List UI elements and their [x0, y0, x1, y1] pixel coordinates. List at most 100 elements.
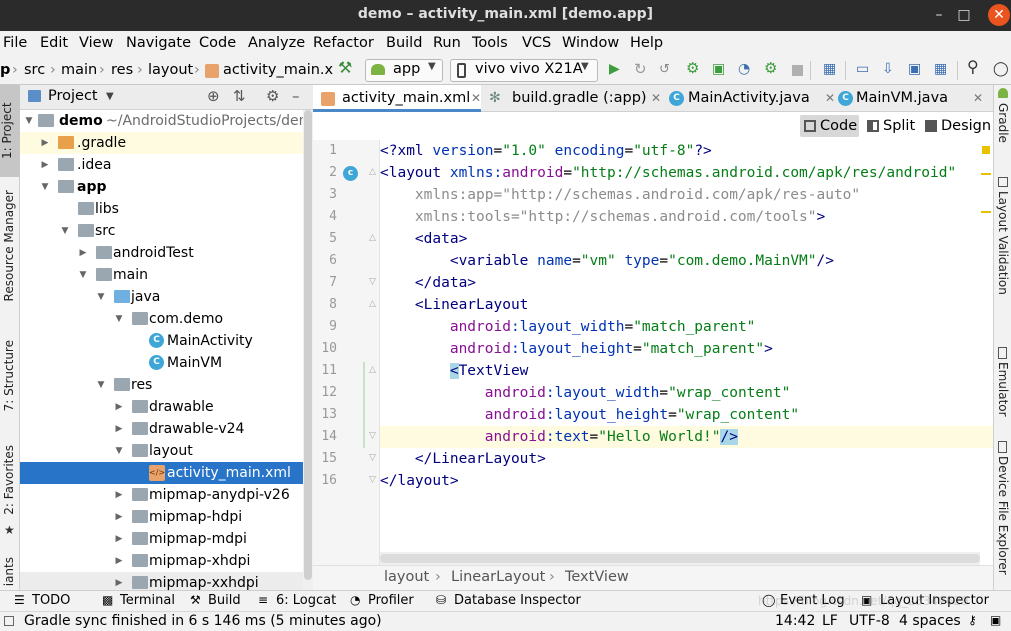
chevron-down-icon[interactable]: ▼: [40, 176, 50, 198]
attach-debugger-icon[interactable]: ⚙: [764, 60, 777, 76]
maximize-button[interactable]: □: [953, 4, 975, 26]
chevron-down-icon[interactable]: ▼: [114, 308, 124, 330]
design-mode-button[interactable]: Design: [921, 115, 991, 137]
chevron-right-icon[interactable]: ▶: [114, 484, 124, 506]
chevron-down-icon[interactable]: ▼: [96, 374, 106, 396]
tree-item-mainvm[interactable]: C MainVM: [20, 352, 303, 374]
tree-item-com-demo[interactable]: ▼ com.demo: [20, 308, 303, 330]
tree-item-src[interactable]: ▼ src: [20, 220, 303, 242]
tool-build[interactable]: Build: [208, 593, 241, 608]
fold-icon[interactable]: ▽: [369, 277, 376, 287]
tree-item-libs[interactable]: libs: [20, 198, 303, 220]
menu-analyze[interactable]: Analyze: [248, 35, 305, 51]
locate-icon[interactable]: ⊕: [207, 87, 220, 105]
tree-item-main[interactable]: ▼ main: [20, 264, 303, 286]
tree-item-mipmap-xhdpi[interactable]: ▶ mipmap-xhdpi: [20, 550, 303, 572]
tree-item-androidtest[interactable]: ▶ androidTest: [20, 242, 303, 264]
close-icon[interactable]: ✕: [651, 85, 661, 112]
chevron-down-icon[interactable]: ▼: [78, 264, 88, 286]
breadcrumb-textview[interactable]: TextView: [565, 569, 629, 585]
tree-item-activity-main-xml[interactable]: </> activity_main.xml: [20, 462, 303, 484]
nav-crumb-main[interactable]: main: [61, 62, 97, 78]
warning-stripe[interactable]: [981, 173, 991, 175]
collapse-all-icon[interactable]: ⇅: [233, 87, 246, 105]
menu-refactor[interactable]: Refactor: [313, 35, 374, 51]
chevron-down-icon[interactable]: ▼: [114, 440, 124, 462]
profiler-icon[interactable]: ◔: [738, 61, 750, 77]
tab-activity-main-xml[interactable]: activity_main.xml ✕: [313, 85, 481, 112]
tree-item-drawable[interactable]: ▶ drawable: [20, 396, 303, 418]
tool-todo[interactable]: TODO: [32, 593, 70, 608]
apply-changes-icon[interactable]: ↻: [634, 61, 647, 77]
tool-windows-icon[interactable]: [4, 616, 14, 626]
apply-code-changes-icon[interactable]: ↺: [659, 62, 670, 78]
chevron-right-icon[interactable]: ▶: [40, 154, 50, 176]
menu-vcs[interactable]: VCS: [522, 35, 551, 51]
tab-mainvm-java[interactable]: C MainVM.java ✕: [833, 85, 991, 112]
menu-tools[interactable]: Tools: [472, 35, 508, 51]
tab-emulator[interactable]: Emulator: [996, 362, 1010, 417]
split-mode-button[interactable]: Split: [863, 115, 919, 137]
warning-stripe[interactable]: [981, 211, 991, 213]
indent-setting[interactable]: 4 spaces: [899, 613, 961, 629]
fold-icon[interactable]: △: [369, 299, 376, 309]
gear-icon[interactable]: ⚙: [266, 87, 279, 105]
menu-help[interactable]: Help: [630, 35, 663, 51]
chevron-down-icon[interactable]: ▼: [24, 110, 34, 132]
class-gutter-icon[interactable]: c: [343, 166, 358, 181]
chevron-right-icon[interactable]: ▶: [114, 506, 124, 528]
project-scrollbar[interactable]: [303, 110, 313, 590]
code-editor[interactable]: <?xml version="1.0" encoding="utf-8"?> <…: [380, 140, 993, 552]
fold-icon[interactable]: △: [369, 233, 376, 243]
tree-item-mipmap-xxhdpi[interactable]: ▶ mipmap-xxhdpi: [20, 572, 303, 590]
fold-icon[interactable]: △: [369, 167, 376, 177]
status-message[interactable]: Gradle sync finished in 6 s 146 ms (5 mi…: [24, 613, 382, 629]
chevron-right-icon[interactable]: ▶: [40, 132, 50, 154]
close-icon[interactable]: ✕: [471, 85, 481, 112]
scrollbar-thumb[interactable]: [304, 110, 312, 580]
tool-logcat[interactable]: 6: Logcat: [276, 593, 336, 608]
chevron-right-icon[interactable]: ▶: [78, 242, 88, 264]
menu-build[interactable]: Build: [386, 35, 422, 51]
sync-project-icon[interactable]: ▦: [823, 61, 836, 77]
tab-mainactivity-java[interactable]: C MainActivity.java ✕: [661, 85, 835, 112]
debug-icon[interactable]: ⚙: [686, 60, 699, 76]
lock-icon[interactable]: ⚷: [968, 613, 977, 627]
caret-position[interactable]: 14:42: [775, 613, 815, 629]
device-manager-icon[interactable]: ▣: [908, 61, 921, 77]
device-dropdown[interactable]: vivo vivo X21A ▼: [450, 59, 598, 82]
close-button[interactable]: ✕: [988, 4, 1010, 26]
fold-icon[interactable]: ▽: [369, 453, 376, 463]
tree-item-mainactivity[interactable]: C MainActivity: [20, 330, 303, 352]
nav-crumb-project[interactable]: p: [0, 62, 10, 78]
menu-edit[interactable]: Edit: [40, 35, 68, 51]
scrollbar-thumb[interactable]: [380, 554, 980, 563]
breadcrumb-linearlayout[interactable]: LinearLayout: [451, 569, 545, 585]
breadcrumb-layout[interactable]: layout: [384, 569, 429, 585]
editor-horizontal-scrollbar[interactable]: [380, 552, 980, 565]
menu-view[interactable]: View: [79, 35, 113, 51]
tree-item-mipmap-hdpi[interactable]: ▶ mipmap-hdpi: [20, 506, 303, 528]
file-encoding[interactable]: UTF-8: [849, 613, 890, 629]
tree-item-app[interactable]: ▼ app: [20, 176, 303, 198]
run-config-dropdown[interactable]: app ▼: [365, 59, 443, 82]
nav-crumb-src[interactable]: src: [24, 62, 45, 78]
coverage-icon[interactable]: ▣: [712, 61, 725, 77]
tree-item-mipmap-anydpi[interactable]: ▶ mipmap-anydpi-v26: [20, 484, 303, 506]
sdk-manager-icon[interactable]: ⇩: [882, 61, 894, 77]
tool-terminal[interactable]: Terminal: [120, 593, 175, 608]
tree-item-java[interactable]: ▼ java: [20, 286, 303, 308]
tree-item-res[interactable]: ▼ res: [20, 374, 303, 396]
line-separator[interactable]: LF: [822, 613, 838, 629]
tree-item-mipmap-mdpi[interactable]: ▶ mipmap-mdpi: [20, 528, 303, 550]
chevron-right-icon[interactable]: ▶: [114, 572, 124, 590]
fold-icon[interactable]: ▽: [369, 475, 376, 485]
menu-window[interactable]: Window: [562, 35, 619, 51]
tab-gradle[interactable]: Gradle: [996, 103, 1010, 143]
nav-crumb-res[interactable]: res: [111, 62, 133, 78]
stop-icon[interactable]: [792, 65, 803, 76]
tab-structure[interactable]: 7: Structure: [2, 340, 16, 411]
menu-run[interactable]: Run: [433, 35, 461, 51]
chevron-down-icon[interactable]: ▼: [96, 286, 106, 308]
project-structure-icon[interactable]: ▦: [934, 61, 947, 77]
